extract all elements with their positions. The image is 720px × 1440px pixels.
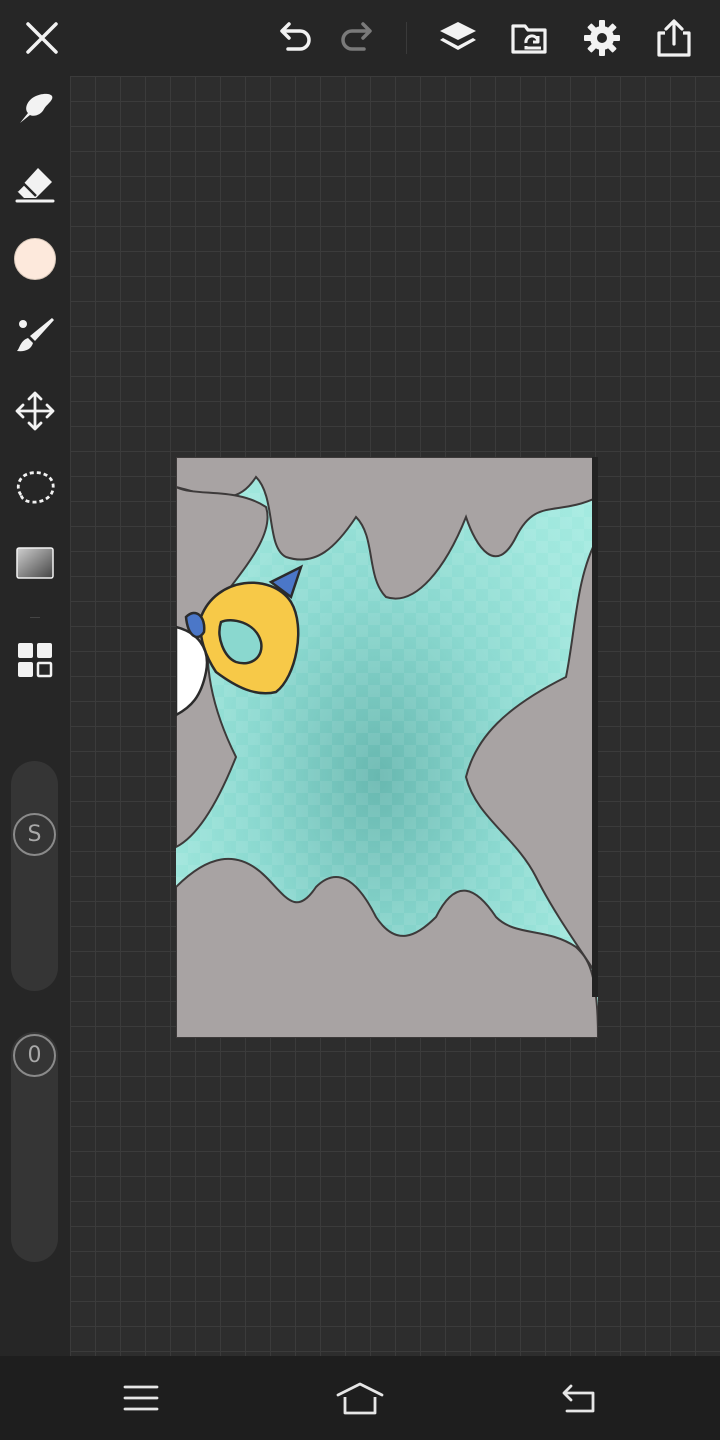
opacity-slider-badge: 0: [13, 1034, 56, 1077]
open-folder-icon[interactable]: [506, 14, 554, 62]
tool-sidebar: S 0: [0, 76, 70, 1356]
gradient-icon[interactable]: [9, 537, 61, 589]
brush-size-slider[interactable]: S: [11, 761, 58, 991]
size-slider-badge: S: [13, 813, 56, 856]
brush-settings-icon[interactable]: [9, 309, 61, 361]
close-icon[interactable]: [18, 14, 66, 62]
drawing-app: S 0: [0, 0, 720, 1440]
system-navbar: [0, 1356, 720, 1440]
top-toolbar: [0, 0, 720, 76]
brush-icon[interactable]: [9, 82, 61, 134]
brush-opacity-slider[interactable]: 0: [11, 1032, 58, 1262]
back-icon[interactable]: [549, 1374, 609, 1422]
canvas-workspace[interactable]: [70, 76, 720, 1356]
menu-icon[interactable]: [111, 1374, 171, 1422]
undo-icon[interactable]: [270, 14, 318, 62]
eraser-icon[interactable]: [9, 158, 61, 210]
artwork-illustration: [176, 457, 598, 1038]
current-color-swatch: [14, 238, 56, 280]
toolbar-divider: [406, 22, 407, 54]
lasso-icon[interactable]: [9, 461, 61, 513]
settings-icon[interactable]: [578, 14, 626, 62]
redo-icon[interactable]: [334, 14, 382, 62]
color-swatch[interactable]: [9, 233, 61, 285]
layers-icon[interactable]: [434, 14, 482, 62]
tool-divider: [30, 617, 40, 618]
materials-icon[interactable]: [9, 634, 61, 686]
share-icon[interactable]: [650, 14, 698, 62]
artwork-canvas[interactable]: [176, 457, 598, 1038]
move-icon[interactable]: [9, 385, 61, 437]
home-icon[interactable]: [330, 1374, 390, 1422]
